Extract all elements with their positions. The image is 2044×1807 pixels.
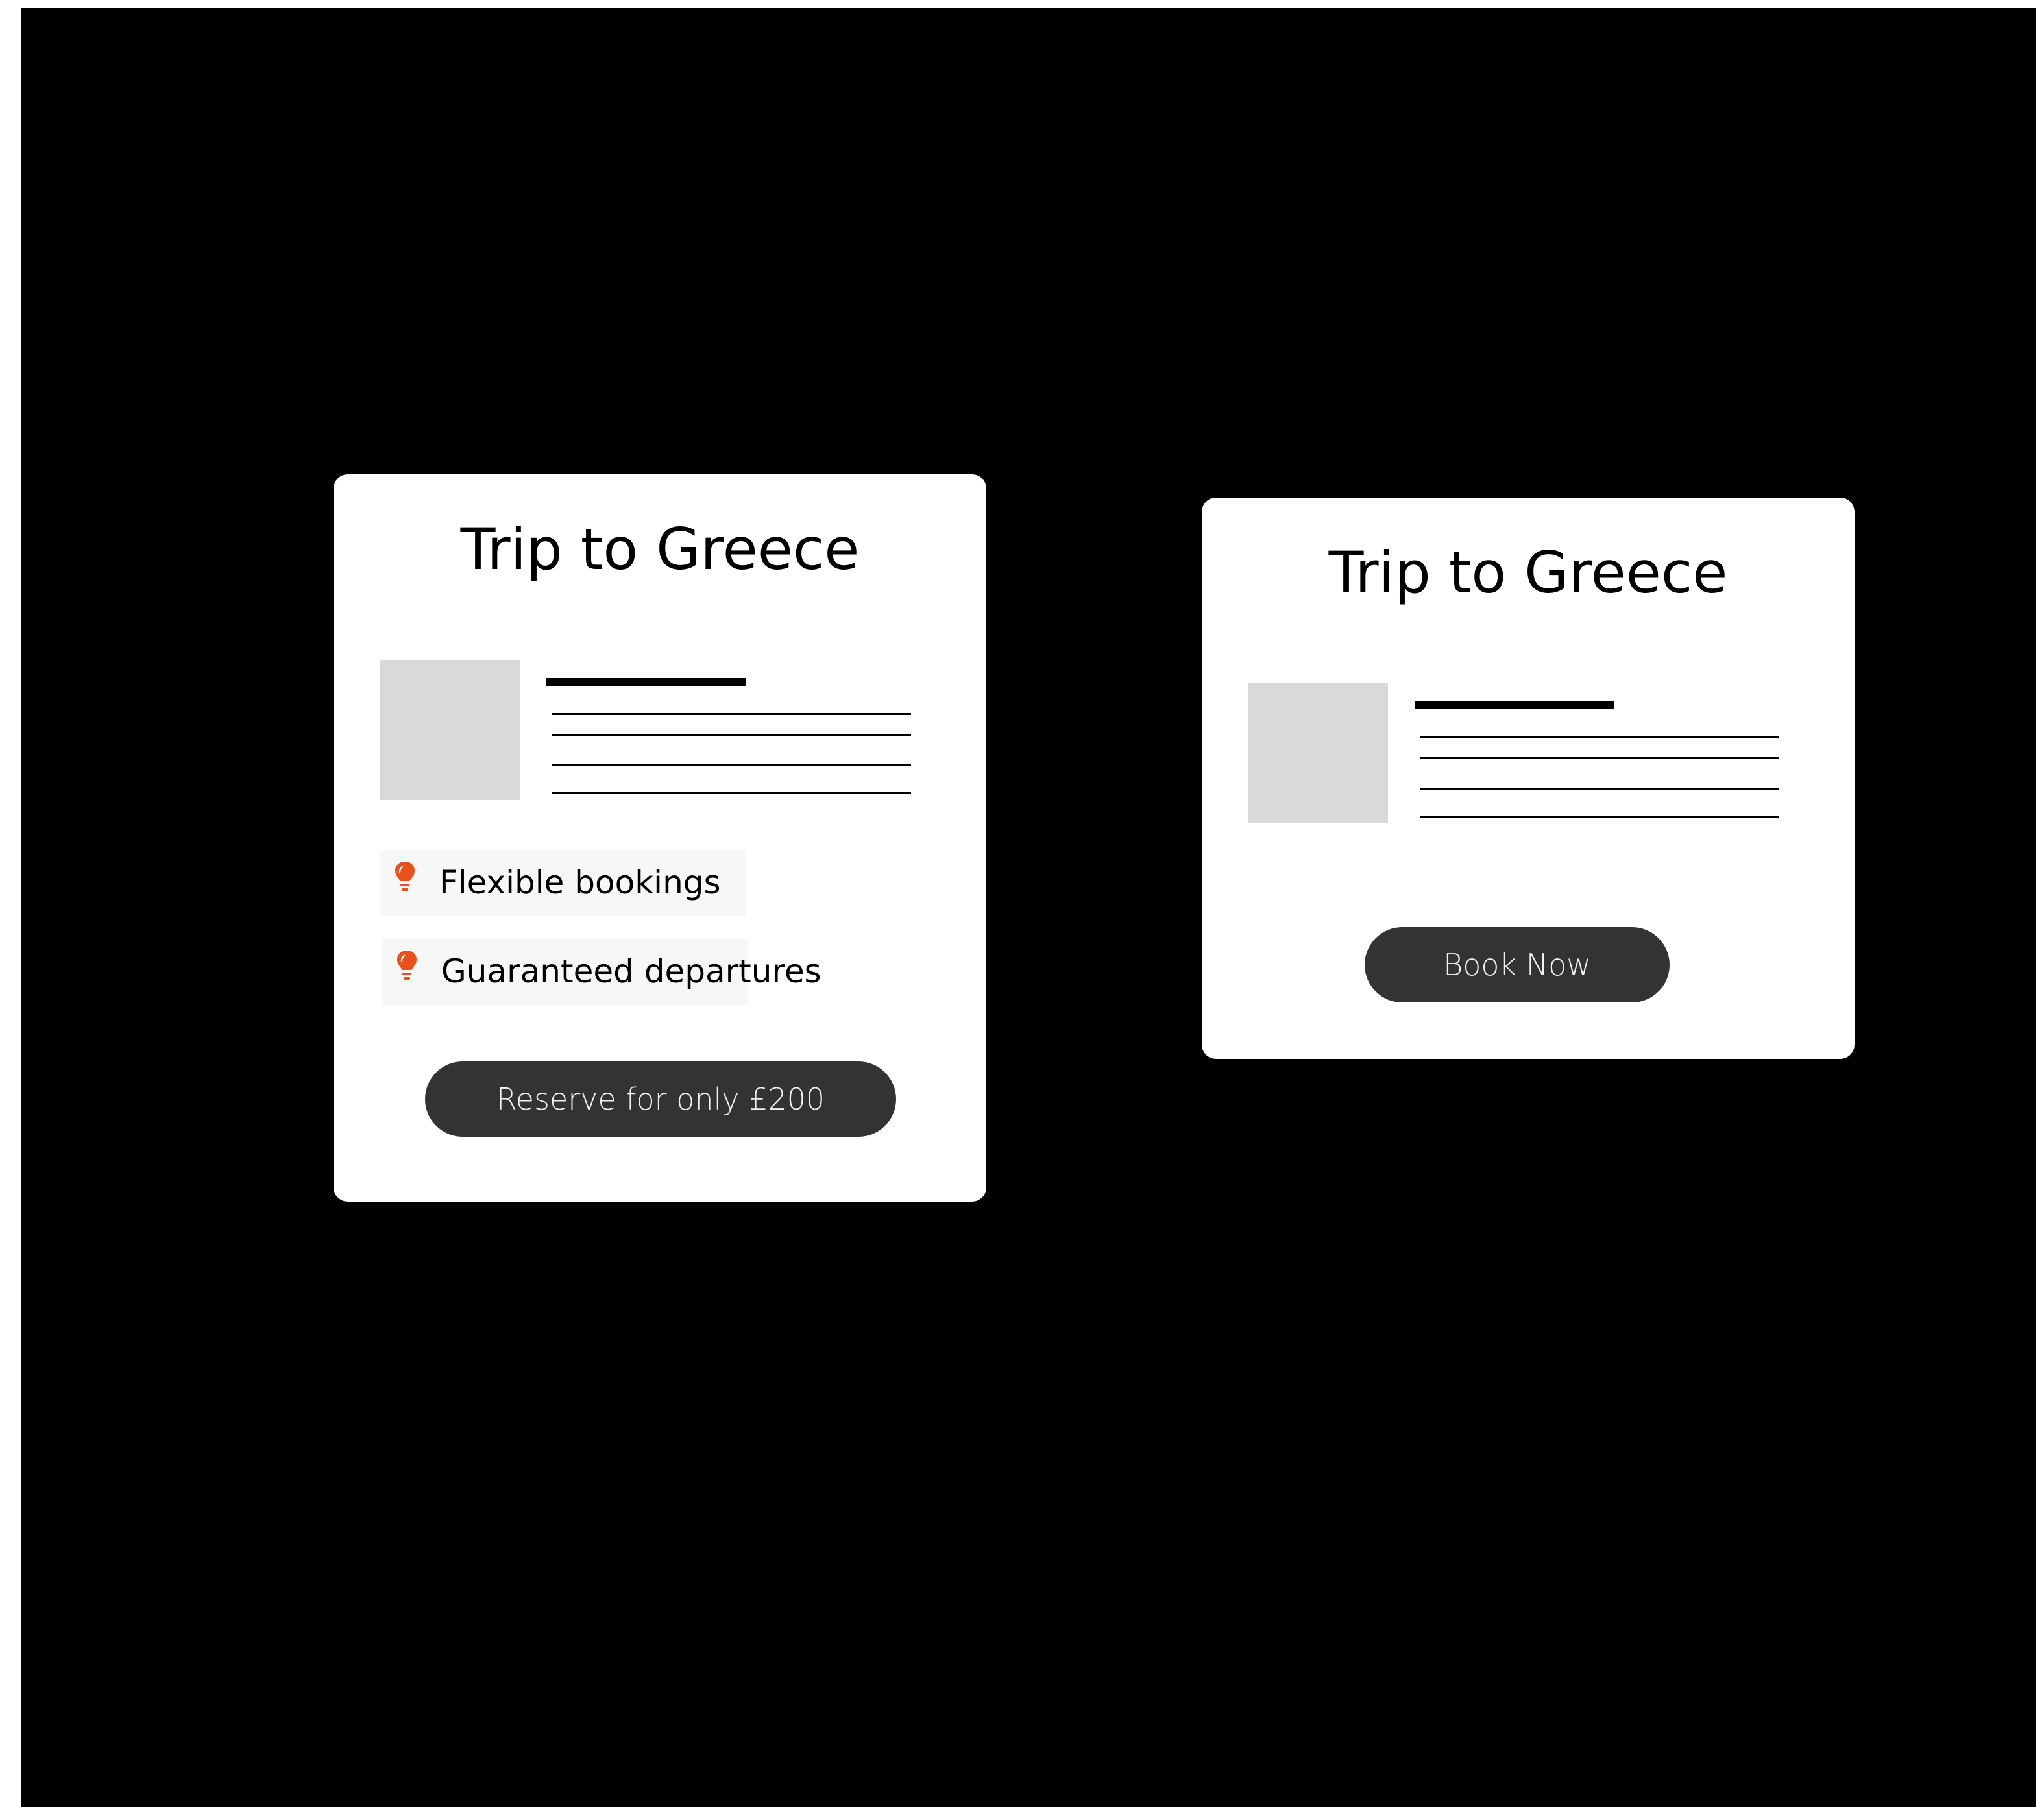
card-title: Trip to Greece <box>1328 539 1728 606</box>
text-line-placeholder <box>552 764 911 766</box>
feature-item: Flexible bookings <box>380 850 746 916</box>
book-now-button[interactable]: Book Now <box>1365 927 1670 1002</box>
feature-label: Flexible bookings <box>439 864 721 901</box>
text-line-placeholder <box>1420 757 1779 759</box>
text-line-placeholder <box>1420 816 1779 818</box>
lightbulb-icon <box>395 862 415 891</box>
text-line-placeholder <box>1420 788 1779 790</box>
text-line-placeholder <box>552 734 911 736</box>
heading-placeholder <box>1415 701 1614 709</box>
trip-card-with-features: Trip to Greece Flexible bookings Guarant <box>334 474 986 1202</box>
feature-label: Guaranteed departures <box>441 952 821 990</box>
text-line-placeholder <box>552 713 911 715</box>
heading-placeholder <box>546 678 746 686</box>
image-placeholder <box>380 660 520 800</box>
reserve-button[interactable]: Reserve for only £200 <box>425 1061 896 1137</box>
lightbulb-icon <box>397 951 417 980</box>
text-line-placeholder <box>1420 736 1779 738</box>
feature-item: Guaranteed departures <box>382 939 821 1005</box>
canvas: Trip to Greece Flexible bookings Guarant <box>21 8 2036 1807</box>
trip-card-simple: Trip to Greece Book Now <box>1202 498 1855 1059</box>
text-line-placeholder <box>552 792 911 794</box>
card-title: Trip to Greece <box>460 516 860 583</box>
image-placeholder <box>1248 683 1388 823</box>
